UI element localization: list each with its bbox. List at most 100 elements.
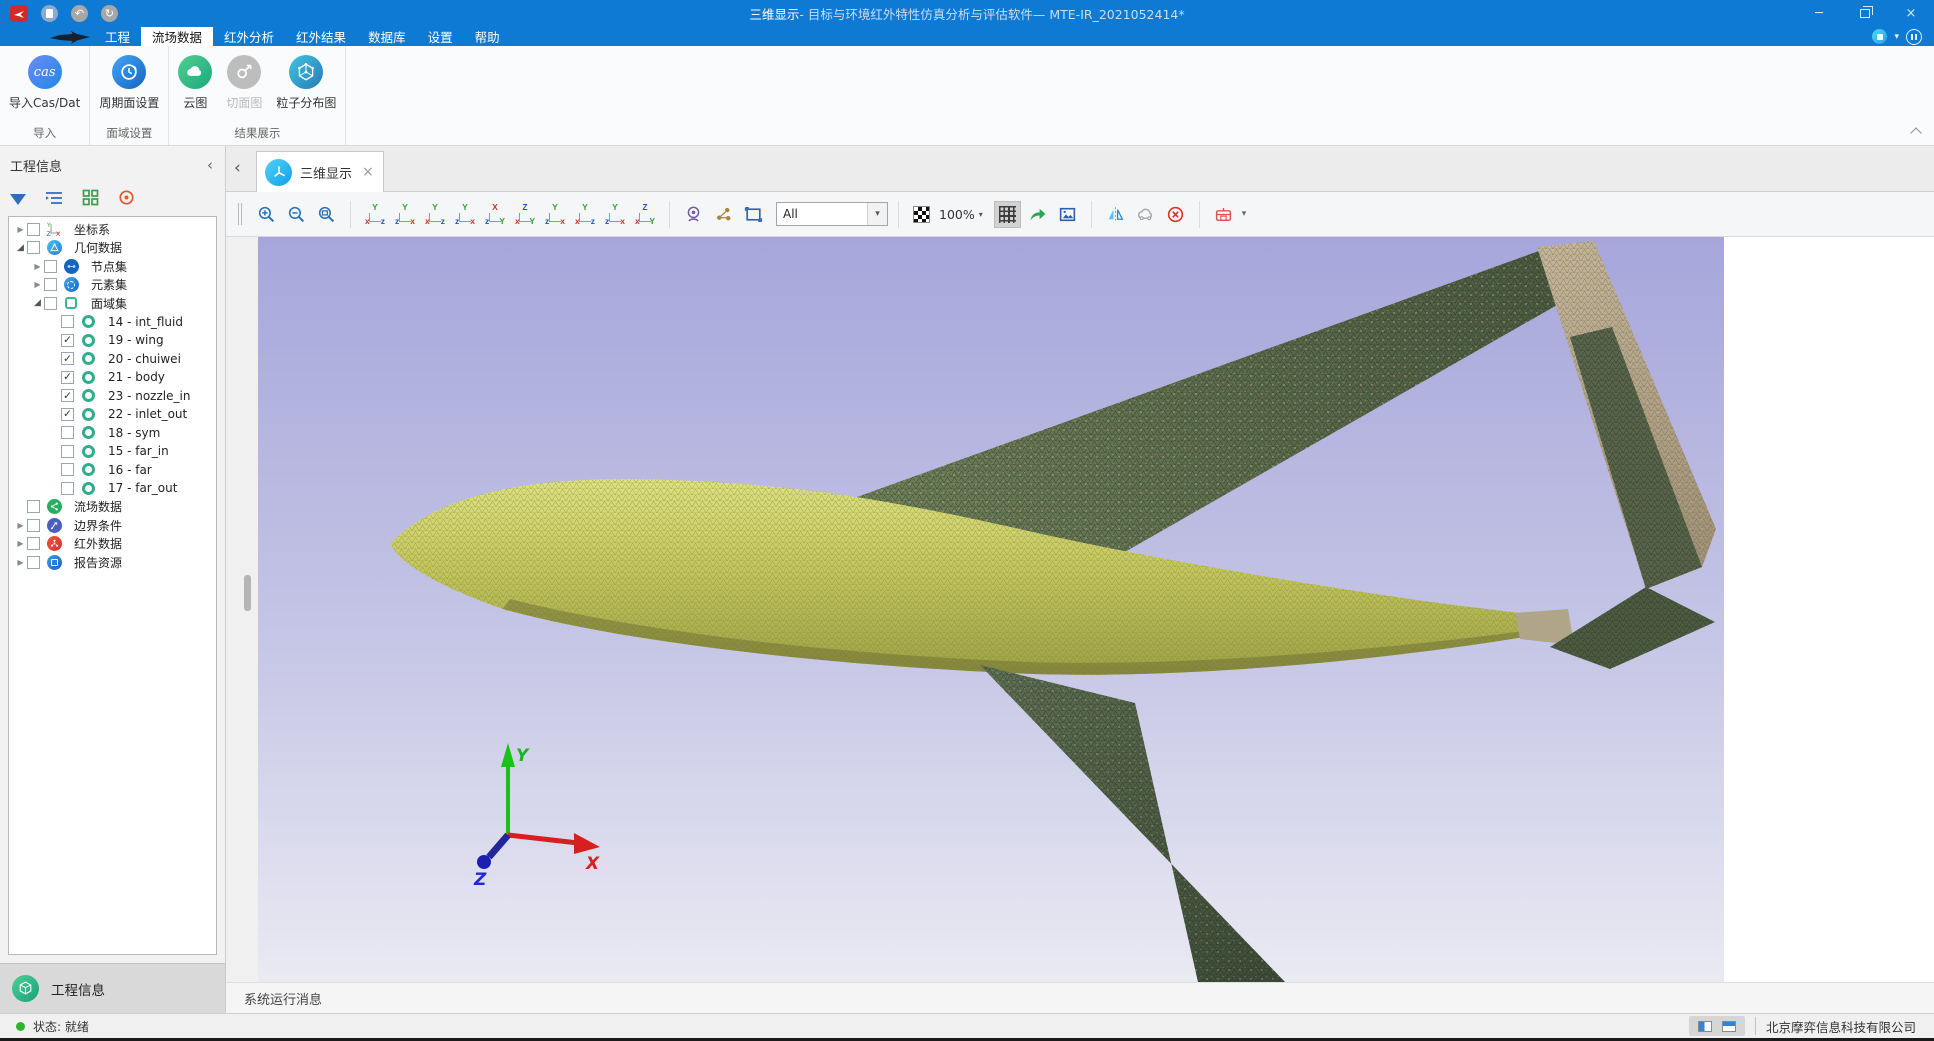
display-filter-select[interactable]: All ▾ [776, 202, 888, 226]
expander-icon[interactable]: ◢ [31, 298, 44, 308]
panel-splitter-handle[interactable] [244, 575, 251, 611]
expander-icon[interactable]: ▶ [31, 280, 44, 289]
snapshot-button[interactable] [1054, 201, 1081, 228]
grid-toggle-button[interactable] [994, 201, 1021, 228]
tree-item[interactable]: ▶元素集 [9, 276, 216, 295]
ribbon-button-cloud[interactable]: 云图 [171, 55, 219, 111]
tree-item[interactable]: ▶YZX坐标系 [9, 220, 216, 239]
undo-icon[interactable]: ↶ [71, 5, 88, 22]
view-button-4[interactable]: Yzx [451, 201, 479, 228]
tree-checkbox[interactable]: ✓ [61, 334, 74, 347]
view-button-10[interactable]: ZxY [631, 201, 659, 228]
opacity-checker-icon[interactable] [913, 206, 930, 223]
view-button-5[interactable]: XzY [481, 201, 509, 228]
export-view-button[interactable] [1024, 201, 1051, 228]
chevron-down-icon[interactable]: ▾ [1242, 209, 1247, 219]
expander-icon[interactable]: ◢ [14, 243, 27, 253]
tree-item[interactable]: ✓23 - nozzle_in [9, 387, 216, 406]
menu-item-4[interactable]: 数据库 [357, 27, 417, 46]
tree-item[interactable]: ◢几何数据 [9, 239, 216, 258]
export-box-button[interactable] [1210, 201, 1237, 228]
menu-item-1[interactable]: 流场数据 [141, 27, 213, 46]
cloud-display-button[interactable] [1132, 201, 1159, 228]
particle-display-button[interactable] [710, 201, 737, 228]
new-document-icon[interactable] [41, 5, 58, 22]
layout-stack-icon[interactable] [1722, 1021, 1736, 1032]
tree-item[interactable]: ◢面域集 [9, 294, 216, 313]
pause-icon[interactable] [1906, 29, 1922, 45]
expander-icon[interactable]: ▶ [14, 558, 27, 567]
chevron-down-icon[interactable]: ▾ [867, 203, 887, 225]
tree-item[interactable]: ✓19 - wing [9, 331, 216, 350]
expander-icon[interactable]: ▶ [14, 225, 27, 234]
zoom-out-button[interactable] [283, 201, 310, 228]
close-button[interactable]: × [1888, 0, 1934, 27]
zoom-fit-button[interactable] [313, 201, 340, 228]
tree-item[interactable]: 17 - far_out [9, 479, 216, 498]
view-button-9[interactable]: Yzx [601, 201, 629, 228]
ribbon-button-cas[interactable]: cas导入Cas/Dat [2, 55, 87, 111]
tree-checkbox[interactable]: ✓ [61, 371, 74, 384]
tree-checkbox[interactable]: ✓ [61, 408, 74, 421]
viewport-3d[interactable]: Y X Z [258, 237, 1724, 982]
restore-button[interactable] [1842, 0, 1888, 27]
tree-checkbox[interactable] [27, 500, 40, 513]
ribbon-button-clock[interactable]: 周期面设置 [92, 55, 166, 111]
menu-item-6[interactable]: 帮助 [464, 27, 511, 46]
tree-item[interactable]: ✓20 - chuiwei [9, 350, 216, 369]
panel-collapse-button[interactable]: ‹ [207, 156, 213, 174]
tree-checkbox[interactable]: ✓ [61, 389, 74, 402]
tree-checkbox[interactable] [27, 537, 40, 550]
target-icon[interactable] [118, 189, 135, 209]
tree-item[interactable]: 15 - far_in [9, 442, 216, 461]
style-icon[interactable] [1872, 29, 1887, 44]
tree-checkbox[interactable]: ✓ [61, 352, 74, 365]
redo-icon[interactable]: ↻ [101, 5, 118, 22]
tree-checkbox[interactable] [27, 241, 40, 254]
tree-item[interactable]: 流场数据 [9, 498, 216, 517]
mirror-button[interactable] [1102, 201, 1129, 228]
tree-item[interactable]: 16 - far [9, 461, 216, 480]
filter-icon[interactable] [10, 194, 26, 205]
tree-item[interactable]: ✓22 - inlet_out [9, 405, 216, 424]
tree-checkbox[interactable] [61, 463, 74, 476]
tree-checkbox[interactable] [61, 315, 74, 328]
layout-split-icon[interactable] [1698, 1021, 1712, 1032]
tab-close-icon[interactable]: × [362, 164, 374, 180]
app-logo-icon[interactable] [10, 5, 28, 22]
tree-checkbox[interactable] [27, 556, 40, 569]
tree-checkbox[interactable] [61, 426, 74, 439]
zoom-in-button[interactable] [253, 201, 280, 228]
tree-item[interactable]: 18 - sym [9, 424, 216, 443]
grid-view-icon[interactable] [82, 189, 99, 209]
ribbon-button-particle[interactable]: 粒子分布图 [269, 55, 343, 111]
tree-checkbox[interactable] [61, 482, 74, 495]
menu-item-2[interactable]: 红外分析 [213, 27, 285, 46]
delete-result-button[interactable] [1162, 201, 1189, 228]
collapse-list-icon[interactable] [45, 190, 63, 209]
camera-view-button[interactable] [680, 201, 707, 228]
expander-icon[interactable]: ▶ [31, 262, 44, 271]
view-button-1[interactable]: Yxz [361, 201, 389, 228]
expander-icon[interactable]: ▶ [14, 521, 27, 530]
tree-checkbox[interactable] [44, 260, 57, 273]
tree-checkbox[interactable] [44, 297, 57, 310]
tree-item[interactable]: ▶红外数据 [9, 535, 216, 554]
tree-item[interactable]: 14 - int_fluid [9, 313, 216, 332]
zoom-level-select[interactable]: 100% ▾ [939, 207, 983, 222]
tab-3d-view[interactable]: 三维显示 × [256, 151, 384, 192]
menu-item-0[interactable]: 工程 [94, 27, 141, 46]
ribbon-collapse-button[interactable] [1910, 127, 1921, 138]
tree-item[interactable]: ▶节点集 [9, 257, 216, 276]
tree-item[interactable]: ▶报告资源 [9, 553, 216, 572]
minimize-button[interactable]: ─ [1796, 0, 1842, 27]
tree-checkbox[interactable] [44, 278, 57, 291]
tree-checkbox[interactable] [27, 519, 40, 532]
toolbar-drag-handle[interactable] [238, 203, 242, 225]
tree-item[interactable]: ✓21 - body [9, 368, 216, 387]
tree-item[interactable]: ▶边界条件 [9, 516, 216, 535]
view-button-3[interactable]: Yxz [421, 201, 449, 228]
view-button-6[interactable]: ZxY [511, 201, 539, 228]
view-button-7[interactable]: Yzx [541, 201, 569, 228]
expander-icon[interactable]: ▶ [14, 539, 27, 548]
